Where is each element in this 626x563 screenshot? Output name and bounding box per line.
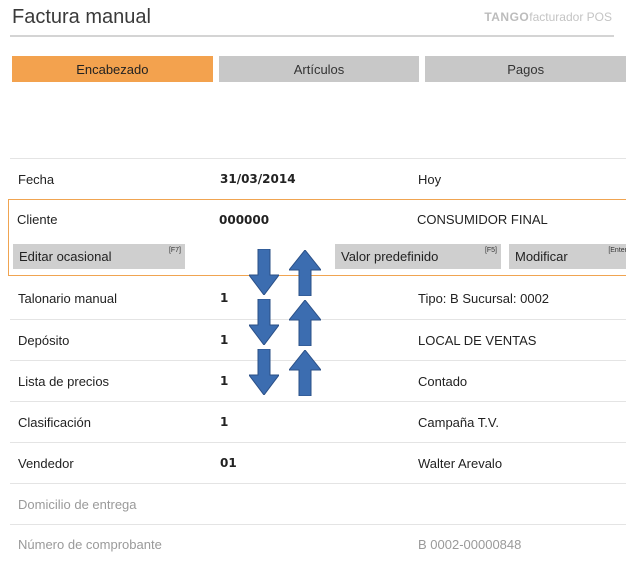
f7-shortcut: [F7] — [168, 247, 181, 254]
brand-name: TANGO — [484, 10, 530, 24]
arrow-down-icon — [249, 299, 279, 345]
cliente-desc: CONSUMIDOR FINAL — [417, 212, 548, 227]
page-title: Factura manual — [12, 6, 151, 28]
tab-articulos[interactable]: Artículos — [218, 56, 420, 82]
arrow-down-icon — [249, 349, 279, 395]
enter-shortcut: [Enter — [608, 247, 626, 254]
f5-shortcut: [F5] — [484, 247, 497, 254]
comprobante-value: B 0002-00000848 — [418, 536, 522, 552]
deposito-label: Depósito — [18, 332, 70, 348]
row-domicilio[interactable]: Domicilio de entrega — [10, 483, 626, 524]
talonario-value[interactable]: 1 — [220, 278, 228, 318]
modificar-button[interactable]: Modificar [Enter — [509, 244, 626, 269]
lista-desc: Contado — [418, 373, 468, 389]
vendedor-value[interactable]: 01 — [220, 443, 237, 483]
talonario-desc: Tipo: B Sucursal: 0002 — [418, 290, 550, 306]
tab-pagos[interactable]: Pagos — [425, 56, 626, 82]
domicilio-label: Domicilio de entrega — [18, 496, 137, 512]
cliente-value[interactable]: 000000 — [219, 200, 269, 239]
arrow-up-icon — [289, 350, 321, 396]
clasificacion-label: Clasificación — [18, 414, 91, 430]
title-divider — [10, 35, 614, 37]
fecha-value[interactable]: 31/03/2014 — [220, 159, 296, 199]
comprobante-label: Número de comprobante — [18, 536, 162, 552]
row-comprobante: Número de comprobante B 0002-00000848 — [10, 524, 626, 563]
row-clasificacion[interactable]: Clasificación 1 Campaña T.V. — [10, 401, 626, 442]
deposito-value[interactable]: 1 — [220, 320, 228, 360]
row-fecha[interactable]: Fecha 31/03/2014 Hoy — [10, 158, 626, 199]
cliente-label: Cliente — [17, 212, 58, 227]
editar-ocasional-button[interactable]: Editar ocasional [F7] — [13, 244, 185, 269]
deposito-desc: LOCAL DE VENTAS — [418, 332, 537, 348]
clasificacion-value[interactable]: 1 — [220, 402, 228, 442]
tab-encabezado[interactable]: Encabezado — [12, 56, 213, 82]
arrow-up-icon — [289, 250, 321, 296]
row-vendedor[interactable]: Vendedor 01 Walter Arevalo — [10, 442, 626, 483]
valor-predefinido-button[interactable]: Valor predefinido [F5] — [335, 244, 501, 269]
valor-predefinido-label: Valor predefinido — [341, 249, 439, 264]
tab-bar: Encabezado Artículos Pagos — [12, 56, 626, 82]
talonario-label: Talonario manual — [18, 290, 118, 306]
fecha-label: Fecha — [18, 171, 55, 187]
arrow-down-icon — [249, 249, 279, 295]
vendedor-desc: Walter Arevalo — [418, 455, 503, 471]
brand-logo: TANGOfacturador POS — [484, 10, 612, 24]
row-cliente[interactable]: Cliente 000000 CONSUMIDOR FINAL — [9, 200, 626, 239]
brand-product: facturador POS — [529, 10, 612, 24]
lista-value[interactable]: 1 — [220, 361, 228, 401]
editar-ocasional-label: Editar ocasional — [19, 249, 112, 264]
vendedor-label: Vendedor — [18, 455, 74, 471]
clasificacion-desc: Campaña T.V. — [418, 414, 499, 430]
modificar-label: Modificar — [515, 249, 568, 264]
lista-label: Lista de precios — [18, 373, 110, 389]
fecha-desc: Hoy — [418, 171, 442, 187]
arrow-up-icon — [289, 300, 321, 346]
